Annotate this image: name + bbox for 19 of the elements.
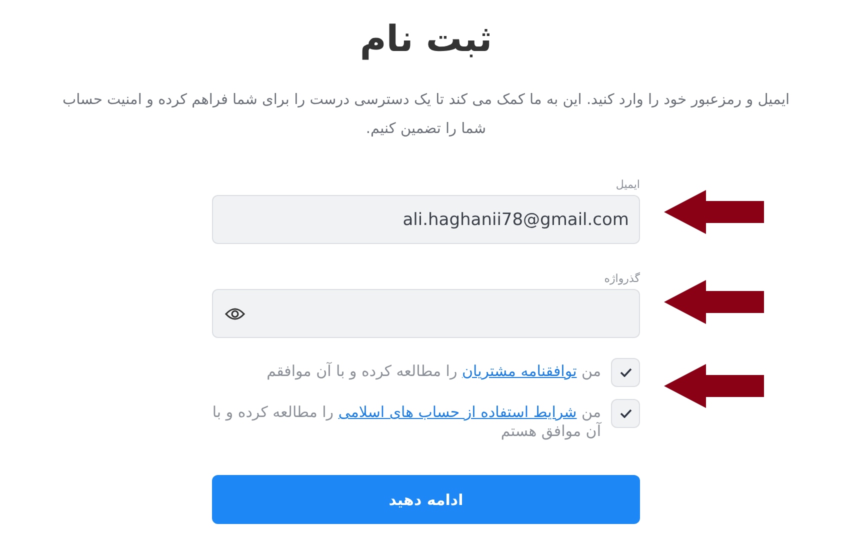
terms-link[interactable]: شرایط استفاده از حساب های اسلامی xyxy=(338,403,577,421)
continue-button[interactable]: ادامه دهید xyxy=(212,475,640,524)
check-icon xyxy=(620,409,632,418)
field-label: گذرواژه xyxy=(603,272,640,285)
field-label: ایمیل xyxy=(614,178,640,191)
arrow-icon xyxy=(664,280,764,324)
description-text: ایمیل و رمزعبور خود را وارد کنید. این به ما کمک می کند تا یک دسترسی درست را برای شما فراهم کرده و امنیت حساب شما را تضمین کنیم. xyxy=(61,91,791,139)
checkbox[interactable] xyxy=(611,399,640,428)
agreement-text: من توافقنامه مشتریان را مطالعه کرده و با آن موافقم xyxy=(266,361,601,381)
agreement-text: من شرایط استفاده از حساب های اسلامی را مطالعه کرده و با آن موافق هستم xyxy=(212,402,601,441)
checkbox[interactable] xyxy=(611,358,640,387)
eye-icon[interactable] xyxy=(225,306,245,320)
terms-link[interactable]: توافقنامه مشتریان xyxy=(462,362,577,380)
arrow-icon xyxy=(664,364,764,408)
page-title: ثبت نام xyxy=(360,18,492,62)
password-field[interactable] xyxy=(212,289,640,338)
email-field[interactable]: ali.haghanii78@gmail.com xyxy=(212,195,640,244)
arrow-icon xyxy=(664,190,764,234)
check-icon xyxy=(620,368,632,377)
